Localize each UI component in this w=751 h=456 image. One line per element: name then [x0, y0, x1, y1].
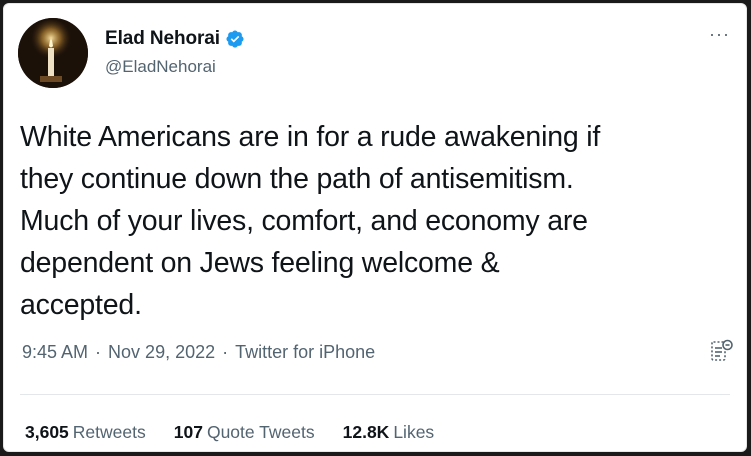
quote-tweets-count: 107	[173, 422, 203, 442]
quote-tweets-stat[interactable]: 107 Quote Tweets	[174, 422, 315, 443]
tweet-card: Elad Nehorai @EladNehorai ··· White Amer…	[3, 3, 747, 452]
tweet-source[interactable]: Twitter for iPhone	[235, 342, 375, 363]
meta-separator: ·	[95, 342, 102, 362]
author-name[interactable]: Elad Nehorai	[105, 28, 220, 50]
retweets-label: Retweets	[72, 422, 146, 442]
likes-label: Likes	[393, 422, 435, 442]
tweet-stats: 3,605 Retweets 107 Quote Tweets 12.8K Likes	[25, 422, 462, 443]
retweets-stat[interactable]: 3,605 Retweets	[25, 422, 146, 443]
analytics-icon[interactable]	[710, 338, 734, 364]
tweet-metadata: 9:45 AM · Nov 29, 2022 · Twitter for iPh…	[22, 342, 375, 363]
tweet-time[interactable]: 9:45 AM	[22, 342, 88, 363]
meta-separator: ·	[222, 342, 229, 362]
retweets-count: 3,605	[25, 422, 69, 442]
verified-badge-icon	[225, 29, 245, 49]
author-name-row[interactable]: Elad Nehorai	[105, 28, 245, 50]
tweet-date[interactable]: Nov 29, 2022	[108, 342, 215, 363]
stats-divider	[20, 394, 730, 395]
candle-avatar-icon	[18, 18, 88, 88]
author-handle[interactable]: @EladNehorai	[105, 57, 216, 77]
likes-stat[interactable]: 12.8K Likes	[343, 422, 435, 443]
more-options-icon[interactable]: ···	[709, 24, 730, 45]
likes-count: 12.8K	[342, 422, 390, 442]
avatar[interactable]	[18, 18, 88, 88]
tweet-text: White Americans are in for a rude awaken…	[20, 121, 601, 321]
quote-tweets-label: Quote Tweets	[206, 422, 315, 442]
